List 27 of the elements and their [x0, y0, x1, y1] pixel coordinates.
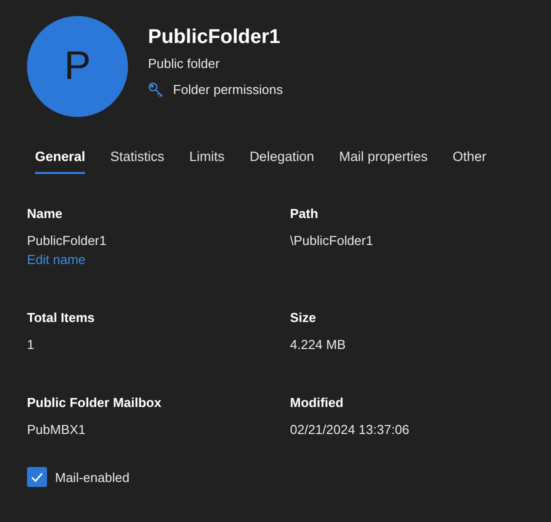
tab[interactable]: General: [35, 143, 86, 174]
tab[interactable]: Other: [452, 143, 486, 174]
field-value: 4.224 MB: [290, 336, 346, 354]
field-value: \PublicFolder1: [290, 232, 374, 250]
field-label: Public Folder Mailbox: [27, 394, 162, 412]
folder-permissions-link[interactable]: Folder permissions: [173, 81, 283, 98]
key-icon[interactable]: [148, 82, 164, 98]
field-value: 02/21/2024 13:37:06: [290, 421, 410, 439]
field-value: PublicFolder1: [27, 232, 106, 250]
tab[interactable]: Delegation: [250, 143, 314, 174]
edit-link[interactable]: Edit name: [27, 251, 86, 269]
folder-type: Public folder: [148, 55, 221, 72]
field-label: Path: [290, 205, 318, 223]
field-label: Name: [27, 205, 62, 223]
field-label: Modified: [290, 394, 344, 412]
check-icon: [30, 470, 44, 484]
field-label: Size: [290, 309, 316, 327]
tab[interactable]: Limits: [189, 143, 225, 174]
avatar: P: [27, 16, 128, 117]
checkbox[interactable]: [27, 467, 47, 487]
field-value: 1: [27, 336, 34, 354]
field-label: Total Items: [27, 309, 95, 327]
field-value: PubMBX1: [27, 421, 86, 439]
tab[interactable]: Statistics: [110, 143, 164, 174]
checkbox-label: Mail-enabled: [55, 470, 130, 484]
folder-title: PublicFolder1: [148, 25, 282, 50]
tab[interactable]: Mail properties: [339, 143, 428, 174]
